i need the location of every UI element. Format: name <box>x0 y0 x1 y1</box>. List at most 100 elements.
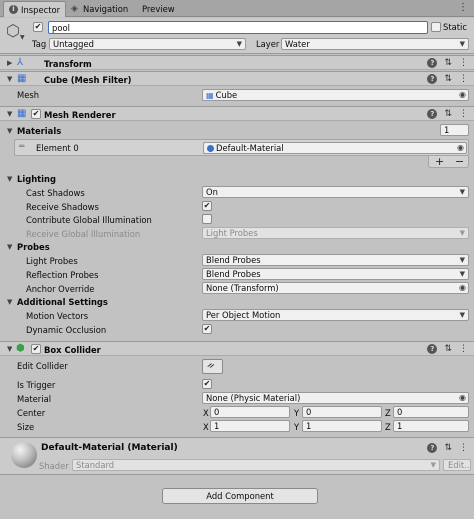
layer-dropdown[interactable]: Water ▼ <box>281 38 469 50</box>
size-y-label[interactable]: Y <box>294 422 299 432</box>
help-icon[interactable]: ? <box>427 58 438 68</box>
sliders-icon[interactable]: ⇅ <box>444 443 452 453</box>
tab-navigation[interactable]: ◈ Navigation <box>69 2 131 16</box>
collider-material-field[interactable]: None (Physic Material) ◉ <box>202 392 469 404</box>
collider-material-label: Material <box>17 394 52 404</box>
element-0-material-field[interactable]: Default-Material ◉ <box>203 142 467 154</box>
size-z-input[interactable]: 1 <box>393 420 469 432</box>
sliders-icon[interactable]: ⇅ <box>444 58 452 68</box>
mesh-renderer-header[interactable]: ▼ ▦ ✔ Mesh Renderer ? ⇅ ⋮ <box>0 106 474 121</box>
mesh-object-field[interactable]: ▦ Cube ◉ <box>202 89 469 101</box>
static-checkbox[interactable] <box>431 22 441 32</box>
light-probes-dropdown[interactable]: Blend Probes ▼ <box>202 254 469 266</box>
receive-shadows-checkbox[interactable]: ✔ <box>202 201 212 211</box>
center-z-input[interactable]: 0 <box>393 406 469 418</box>
center-x-input[interactable]: 0 <box>210 406 290 418</box>
chevron-right-icon[interactable]: ▶ <box>7 59 12 67</box>
center-label: Center <box>17 408 46 418</box>
chevron-down-icon[interactable]: ▼ <box>20 34 25 41</box>
chevron-down-icon[interactable]: ▼ <box>7 127 12 135</box>
contribute-gi-checkbox[interactable] <box>202 214 212 224</box>
chevron-down-icon[interactable]: ▼ <box>7 75 12 83</box>
tab-preview[interactable]: Preview <box>140 2 180 16</box>
shader-dropdown[interactable]: Standard ▼ <box>72 459 440 471</box>
kebab-menu-icon[interactable]: ⋮ <box>459 109 468 119</box>
sliders-icon[interactable]: ⇅ <box>444 74 452 84</box>
size-x-label[interactable]: X <box>203 422 209 432</box>
size-z-label[interactable]: Z <box>385 422 391 432</box>
chevron-down-icon[interactable]: ▼ <box>7 298 12 306</box>
mesh-icon: ▦ <box>206 90 214 100</box>
motion-vectors-label: Motion Vectors <box>26 311 89 321</box>
chevron-down-icon: ▼ <box>430 461 436 469</box>
drag-handle-icon[interactable]: ═ <box>19 142 24 152</box>
transform-header-icons: ? ⇅ ⋮ <box>427 58 468 68</box>
kebab-menu-icon[interactable]: ⋮ <box>459 58 468 68</box>
tab-inspector[interactable]: i Inspector <box>3 1 66 17</box>
box-collider-header-icons: ? ⇅ ⋮ <box>427 344 468 354</box>
add-component-button[interactable]: Add Component <box>162 488 318 504</box>
help-icon[interactable]: ? <box>427 74 438 84</box>
sliders-icon[interactable]: ⇅ <box>444 344 452 354</box>
chevron-down-icon[interactable]: ▼ <box>7 345 12 353</box>
tag-label: Tag <box>32 39 47 49</box>
chevron-down-icon: ▼ <box>236 40 242 48</box>
mesh-renderer-icon: ▦ <box>17 108 27 119</box>
kebab-menu-icon[interactable]: ⋮ <box>459 443 468 453</box>
chevron-down-icon[interactable]: ▼ <box>7 243 12 251</box>
active-checkbox[interactable]: ✔ <box>33 22 43 32</box>
receive-shadows-label: Receive Shadows <box>26 202 99 212</box>
box-collider-enabled-checkbox[interactable]: ✔ <box>31 344 41 354</box>
help-icon[interactable]: ? <box>427 443 438 453</box>
lighting-label[interactable]: Lighting <box>17 174 56 184</box>
add-element-button[interactable]: + <box>435 155 444 168</box>
target-icon[interactable]: ◉ <box>459 283 466 292</box>
help-icon[interactable]: ? <box>427 109 438 119</box>
cast-shadows-dropdown[interactable]: On ▼ <box>202 186 469 198</box>
tab-bar: i Inspector ◈ Navigation Preview ⋮ <box>0 0 474 17</box>
mesh-filter-header[interactable]: ▼ ▦ Cube (Mesh Filter) ? ⇅ ⋮ <box>0 71 474 86</box>
edit-collider-button[interactable]: ᨀ <box>202 359 223 374</box>
remove-element-button[interactable]: − <box>455 155 464 168</box>
is-trigger-checkbox[interactable]: ✔ <box>202 379 212 389</box>
chevron-down-icon[interactable]: ▼ <box>7 110 12 118</box>
materials-label[interactable]: Materials <box>17 126 61 136</box>
center-y-label[interactable]: Y <box>294 408 299 418</box>
kebab-menu-icon[interactable]: ⋮ <box>459 344 468 354</box>
object-name-input[interactable]: pool <box>48 21 428 34</box>
size-x-input[interactable]: 1 <box>210 420 290 432</box>
mesh-renderer-header-icons: ? ⇅ ⋮ <box>427 109 468 119</box>
additional-settings-label[interactable]: Additional Settings <box>17 297 108 307</box>
info-icon: i <box>9 5 18 14</box>
dynamic-occlusion-checkbox[interactable]: ✔ <box>202 324 212 334</box>
mesh-filter-header-icons: ? ⇅ ⋮ <box>427 74 468 84</box>
menu-icon[interactable]: ⋮ <box>458 2 468 13</box>
reflection-probes-label: Reflection Probes <box>26 270 99 280</box>
center-z-label[interactable]: Z <box>385 408 391 418</box>
transform-header[interactable]: ▶ ⅄ Transform ? ⇅ ⋮ <box>0 55 474 70</box>
motion-vectors-dropdown[interactable]: Per Object Motion ▼ <box>202 309 469 321</box>
anchor-override-field[interactable]: None (Transform) ◉ <box>202 282 469 294</box>
kebab-menu-icon[interactable]: ⋮ <box>459 74 468 84</box>
sliders-icon[interactable]: ⇅ <box>444 109 452 119</box>
size-label: Size <box>17 422 35 432</box>
box-collider-header[interactable]: ▼ ⬢ ✔ Box Collider ? ⇅ ⋮ <box>0 341 474 356</box>
tab-navigation-label: Navigation <box>83 4 129 14</box>
target-icon[interactable]: ◉ <box>459 90 466 99</box>
center-x-label[interactable]: X <box>203 408 209 418</box>
layer-label: Layer <box>256 39 280 49</box>
tag-dropdown[interactable]: Untagged ▼ <box>49 38 246 50</box>
target-icon[interactable]: ◉ <box>459 393 466 402</box>
chevron-down-icon[interactable]: ▼ <box>7 175 12 183</box>
help-icon[interactable]: ? <box>427 344 438 354</box>
shader-edit-button[interactable]: Edit... <box>443 459 471 471</box>
mesh-renderer-enabled-checkbox[interactable]: ✔ <box>31 109 41 119</box>
reflection-probes-dropdown[interactable]: Blend Probes ▼ <box>202 268 469 280</box>
materials-count-input[interactable]: 1 <box>440 124 469 136</box>
center-y-input[interactable]: 0 <box>302 406 382 418</box>
size-y-input[interactable]: 1 <box>302 420 382 432</box>
target-icon[interactable]: ◉ <box>457 143 464 152</box>
transform-title: Transform <box>44 59 92 69</box>
list-footer: + − <box>428 155 469 168</box>
probes-label[interactable]: Probes <box>17 242 50 252</box>
